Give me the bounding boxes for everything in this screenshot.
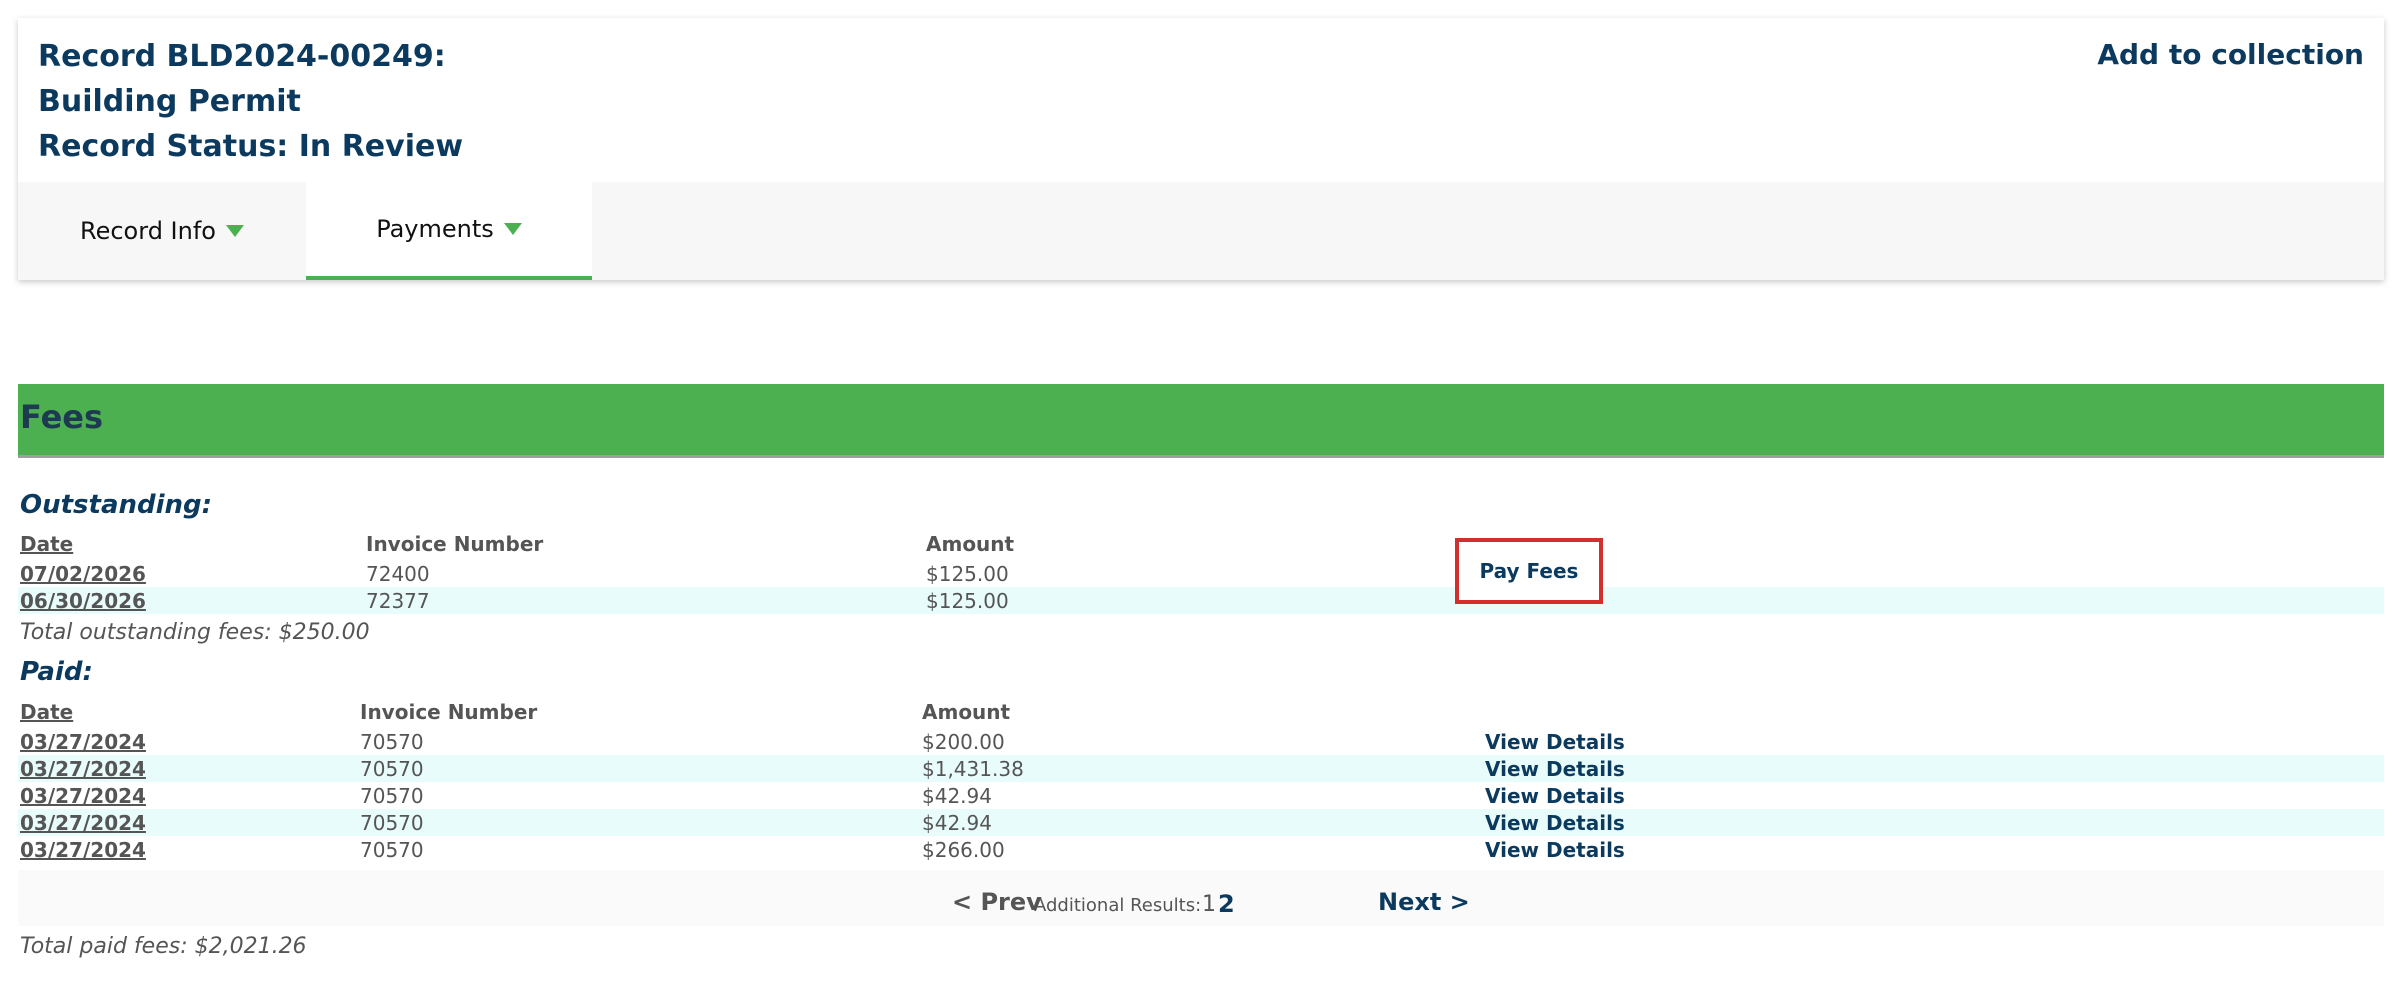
record-header-card: Record BLD2024-00249: Building Permit Re… [18,18,2384,280]
additional-results-label: Additional Results: [1034,895,1202,916]
tab-payments[interactable]: Payments [306,182,592,280]
record-title: Record BLD2024-00249: Building Permit Re… [38,34,463,169]
outstanding-invoice-header: Invoice Number [366,532,544,556]
paid-row: 03/27/2024 70570 $42.94 View Details [18,809,2384,836]
record-type: Building Permit [38,84,301,119]
pay-fees-button[interactable]: Pay Fees [1455,538,1603,604]
record-number: Record BLD2024-00249: [38,39,446,74]
view-details-link[interactable]: View Details [1485,757,1625,781]
tab-bar: Record Info Payments [18,182,2384,280]
tab-payments-label: Payments [376,215,494,243]
view-details-link[interactable]: View Details [1485,811,1625,835]
paid-amount-header: Amount [922,700,1011,724]
fee-date-link[interactable]: 03/27/2024 [20,811,146,835]
fee-amount: $42.94 [922,784,992,808]
fee-date-link[interactable]: 03/27/2024 [20,757,146,781]
prev-page-link[interactable]: < Prev [952,888,1042,916]
fee-amount: $1,431.38 [922,757,1024,781]
fee-date-link[interactable]: 07/02/2026 [20,562,146,586]
fee-date-link[interactable]: 06/30/2026 [20,589,146,613]
tab-record-info[interactable]: Record Info [18,182,306,280]
total-outstanding-fees: Total outstanding fees: $250.00 [20,620,370,645]
next-page-link[interactable]: Next > [1378,888,1470,916]
outstanding-amount-header: Amount [926,532,1015,556]
invoice-number: 70570 [360,757,424,781]
add-to-collection-link[interactable]: Add to collection [2097,38,2364,71]
fee-date-link[interactable]: 03/27/2024 [20,730,146,754]
pagination: < Prev Additional Results: 1 2 Next > [18,870,2384,926]
view-details-link[interactable]: View Details [1485,838,1625,862]
paid-invoice-header: Invoice Number [360,700,538,724]
outstanding-label: Outstanding: [20,490,213,520]
paid-row: 03/27/2024 70570 $266.00 View Details [18,836,2384,863]
invoice-number: 72400 [366,562,430,586]
fee-amount: $266.00 [922,838,1005,862]
invoice-number: 70570 [360,838,424,862]
outstanding-row: 07/02/2026 72400 $125.00 [18,560,2384,587]
record-status: Record Status: In Review [38,129,464,164]
fees-heading: Fees [20,398,104,436]
page-2-link[interactable]: 2 [1218,890,1235,918]
paid-row: 03/27/2024 70570 $42.94 View Details [18,782,2384,809]
fees-section-header: Fees [18,384,2384,458]
invoice-number: 70570 [360,784,424,808]
fee-amount: $42.94 [922,811,992,835]
paid-date-header[interactable]: Date [20,700,73,724]
tab-record-info-label: Record Info [80,217,216,245]
view-details-link[interactable]: View Details [1485,784,1625,808]
paid-row: 03/27/2024 70570 $1,431.38 View Details [18,755,2384,782]
caret-down-icon [225,225,244,237]
total-paid-fees: Total paid fees: $2,021.26 [20,934,307,959]
fee-amount: $125.00 [926,589,1009,613]
outstanding-date-header[interactable]: Date [20,532,73,556]
paid-row: 03/27/2024 70570 $200.00 View Details [18,728,2384,755]
caret-down-icon [503,223,522,235]
invoice-number: 70570 [360,811,424,835]
page-1-current: 1 [1202,892,1216,917]
paid-label: Paid: [20,657,93,687]
outstanding-row: 06/30/2026 72377 $125.00 [18,587,2384,614]
fee-amount: $200.00 [922,730,1005,754]
invoice-number: 72377 [366,589,430,613]
invoice-number: 70570 [360,730,424,754]
view-details-link[interactable]: View Details [1485,730,1625,754]
fee-date-link[interactable]: 03/27/2024 [20,838,146,862]
fee-amount: $125.00 [926,562,1009,586]
fee-date-link[interactable]: 03/27/2024 [20,784,146,808]
